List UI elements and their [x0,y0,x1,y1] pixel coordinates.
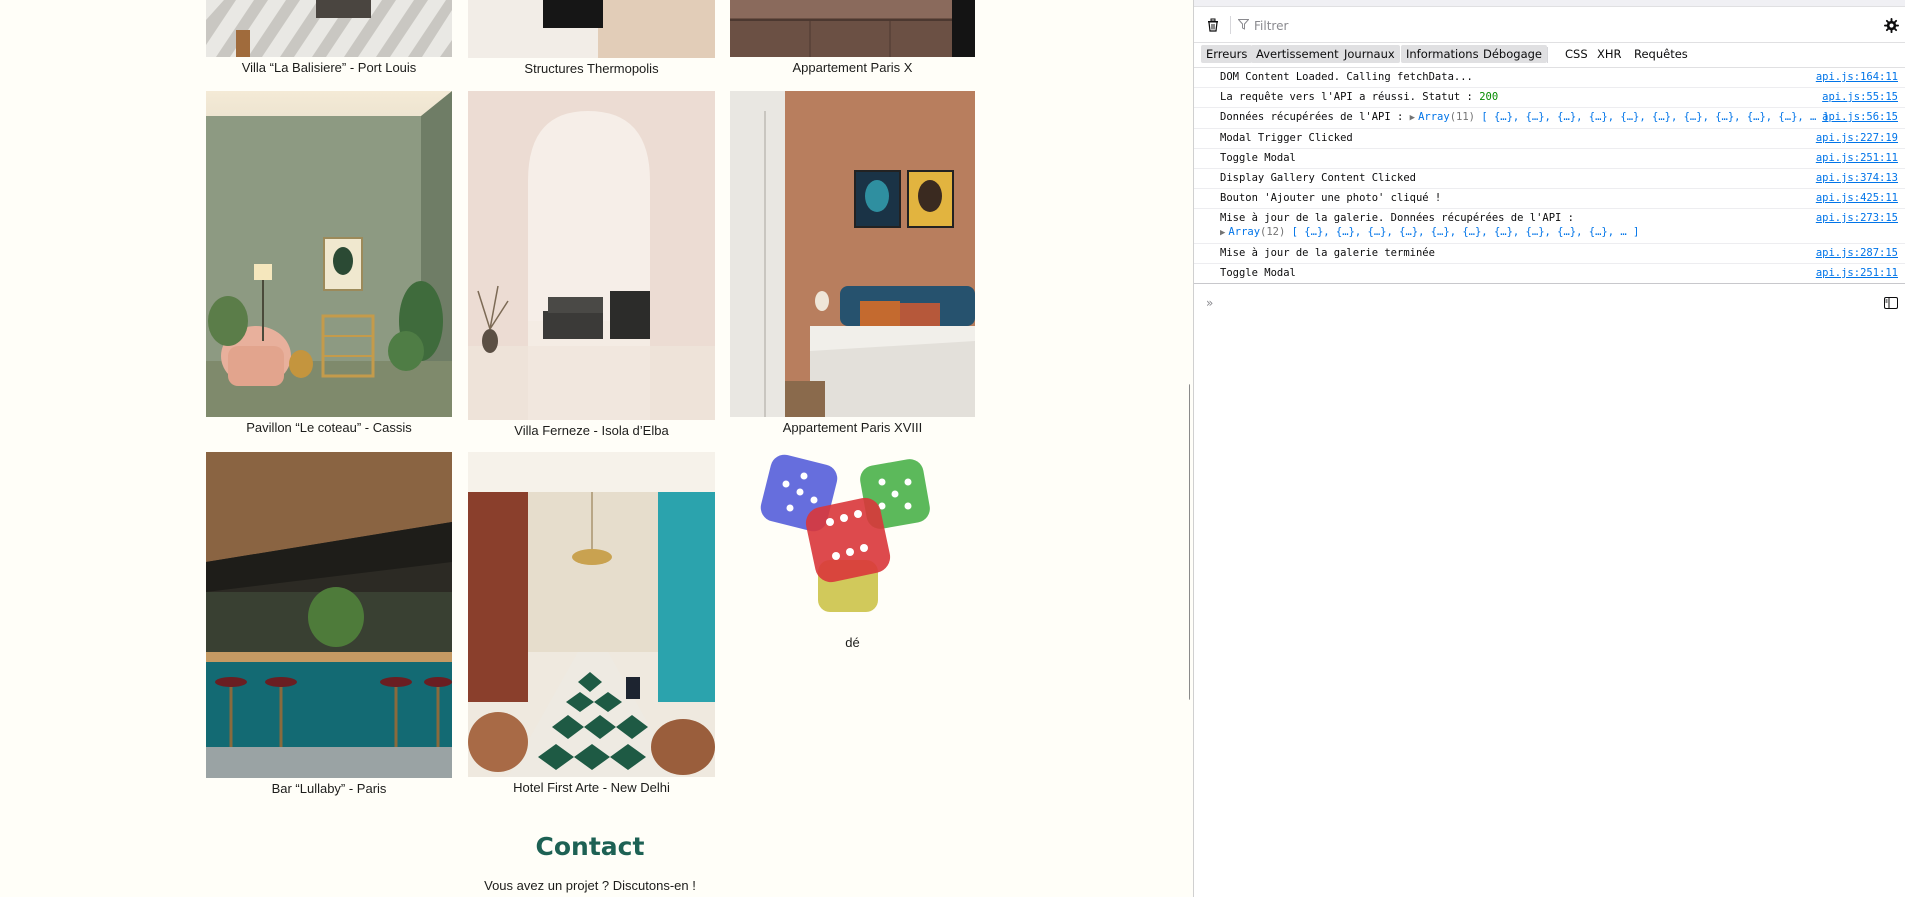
gallery-item[interactable]: Bar “Lullaby” - Paris [206,452,452,797]
message-text: Toggle Modal [1220,267,1296,279]
console-message: Toggle Modal api.js:251:11 [1194,264,1905,284]
gallery-image [730,0,975,57]
message-text: Mise à jour de la galerie terminée [1220,247,1435,259]
console-message: Mise à jour de la galerie terminée api.j… [1194,244,1905,264]
gallery-item[interactable]: Appartement Paris XVIII [730,91,975,436]
source-link[interactable]: api.js:273:15 [1816,211,1898,225]
trash-icon[interactable] [1206,18,1220,32]
console-message: Modal Trigger Clicked api.js:227:19 [1194,129,1905,149]
message-text: DOM Content Loaded. Calling fetchData... [1220,71,1473,83]
gallery-caption: Villa Ferneze - Isola d’Elba [514,423,669,438]
message-text: Données récupérées de l'API : [1220,111,1410,123]
array-line: ▶ Array(12) [ {…}, {…}, {…}, {…}, {…}, {…… [1220,225,1905,240]
message-text: Modal Trigger Clicked [1220,132,1353,144]
message-text: Mise à jour de la galerie. Données récup… [1220,212,1575,224]
array-preview[interactable]: [ {…}, {…}, {…}, {…}, {…}, {…}, {…}, {…}… [1292,226,1640,238]
portfolio-page: Villa “La Balisiere” - Port Louis Struct… [0,0,1190,897]
console-message: Mise à jour de la galerie. Données récup… [1194,209,1905,244]
message-text: Display Gallery Content Clicked [1220,172,1416,184]
filter-xhr[interactable]: XHR [1597,45,1622,63]
source-link[interactable]: api.js:425:11 [1816,191,1898,205]
gallery-image [206,91,452,417]
expand-triangle-icon[interactable]: ▶ [1220,226,1225,240]
source-link[interactable]: api.js:56:15 [1822,110,1898,124]
message-text: Bouton 'Ajouter une photo' cliqué ! [1220,192,1442,204]
gallery-caption: Structures Thermopolis [524,61,659,76]
gallery-caption: Pavillon “Le coteau” - Cassis [246,420,412,435]
filter-css[interactable]: CSS [1565,45,1588,63]
source-link[interactable]: api.js:227:19 [1816,131,1898,145]
gallery-caption: Hotel First Arte - New Delhi [513,780,670,795]
source-link[interactable]: api.js:251:11 [1816,266,1898,280]
console-message: Display Gallery Content Clicked api.js:3… [1194,169,1905,189]
gallery-item[interactable]: dé [760,452,945,662]
toolbar-divider [1547,47,1548,63]
filter-icon [1238,19,1249,30]
prompt-chevron-icon: » [1206,296,1214,310]
filter-warnings[interactable]: Avertissements [1251,45,1350,63]
gallery-image [760,452,945,617]
message-text: La requête vers l'API a réussi. Statut : [1220,91,1480,103]
status-code: 200 [1479,91,1499,103]
source-link[interactable]: api.js:55:15 [1822,90,1898,104]
source-link[interactable]: api.js:164:11 [1816,70,1898,84]
gallery-item[interactable]: Pavillon “Le coteau” - Cassis [206,91,452,436]
log-level-filters: Erreurs Avertissements Journaux Informat… [1194,43,1905,68]
page-scrollbar[interactable] [1189,384,1190,700]
filter-errors[interactable]: Erreurs [1201,45,1253,63]
gallery-image [468,0,715,58]
array-label[interactable]: Array [1418,111,1450,123]
contact-title: Contact [535,832,645,861]
source-link[interactable]: api.js:287:15 [1816,246,1898,260]
array-count: (12) [1260,226,1286,238]
sidebar-toggle-icon[interactable] [1884,297,1898,309]
message-text: Toggle Modal [1220,152,1296,164]
gallery-item[interactable]: Hotel First Arte - New Delhi [468,452,715,796]
array-count: (11) [1449,111,1475,123]
source-link[interactable]: api.js:374:13 [1816,171,1898,185]
gallery-image [468,91,715,420]
console-message: Toggle Modal api.js:251:11 [1194,149,1905,169]
gallery-image [206,452,452,778]
gallery-caption: dé [845,635,860,650]
console-output: DOM Content Loaded. Calling fetchData...… [1194,68,1905,284]
filter-requests[interactable]: Requêtes [1634,45,1688,63]
filter-debug[interactable]: Débogage [1478,45,1547,63]
source-link[interactable]: api.js:251:11 [1816,151,1898,165]
filter-logs[interactable]: Journaux [1339,45,1400,63]
gallery-item[interactable]: Structures Thermopolis [468,0,715,78]
gallery-caption: Bar “Lullaby” - Paris [271,781,387,796]
console-message: DOM Content Loaded. Calling fetchData...… [1194,68,1905,88]
console-toolbar [1194,8,1905,43]
console-message: Données récupérées de l'API : ▶ Array(11)… [1194,108,1905,129]
gallery-caption: Appartement Paris XVIII [782,420,923,435]
console-message: La requête vers l'API a réussi. Statut :… [1194,88,1905,108]
devtools-tab-strip[interactable] [1194,0,1905,7]
array-preview[interactable]: [ {…}, {…}, {…}, {…}, {…}, {…}, {…}, {…}… [1481,111,1829,123]
expand-triangle-icon[interactable]: ▶ [1410,111,1415,125]
gallery-caption: Villa “La Balisiere” - Port Louis [241,60,417,75]
gallery-image [468,452,715,777]
toolbar-divider [1230,16,1231,34]
console-message: Bouton 'Ajouter une photo' cliqué ! api.… [1194,189,1905,209]
console-filter-input[interactable] [1252,15,1836,37]
gallery-item[interactable]: Villa Ferneze - Isola d’Elba [468,91,715,439]
gallery-image [206,0,452,57]
console-input[interactable]: » [1194,292,1905,314]
gallery-item[interactable]: Appartement Paris X [730,0,975,78]
gear-icon[interactable] [1884,18,1899,33]
gallery-image [730,91,975,417]
array-label[interactable]: Array [1228,226,1260,238]
filter-info[interactable]: Informations [1401,45,1484,63]
devtools-panel: Erreurs Avertissements Journaux Informat… [1193,0,1905,897]
gallery-item[interactable]: Villa “La Balisiere” - Port Louis [206,0,452,78]
contact-subtitle: Vous avez un projet ? Discutons-en ! [484,878,696,893]
gallery-caption: Appartement Paris X [792,60,913,75]
